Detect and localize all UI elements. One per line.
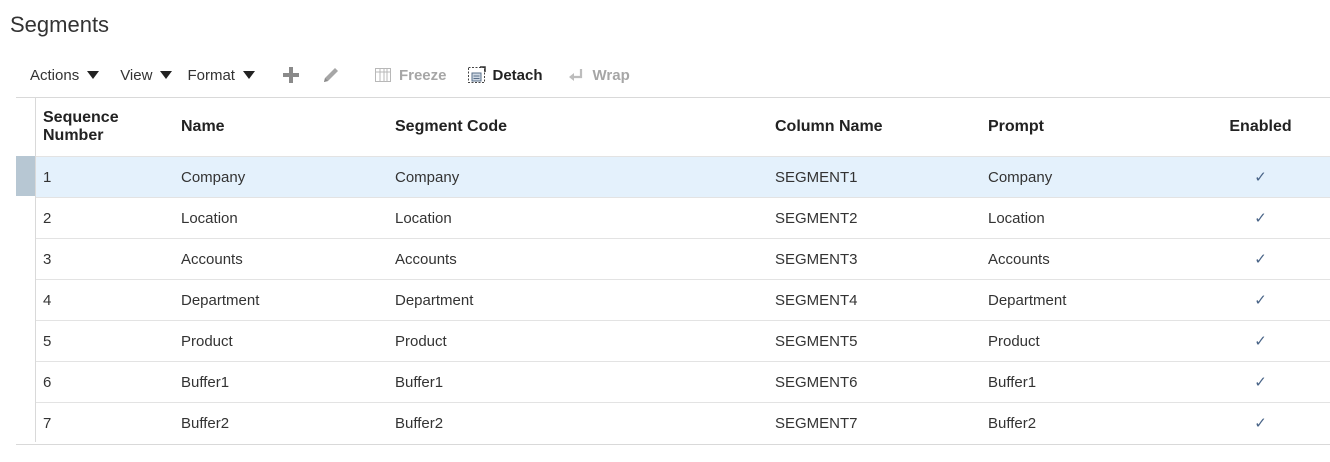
cell-segment-code: Department: [388, 279, 768, 321]
cell-enabled: ✓: [1191, 156, 1330, 198]
checkmark-icon: ✓: [1254, 210, 1267, 227]
column-header-enabled[interactable]: Enabled: [1191, 98, 1330, 157]
cell-column-name: SEGMENT2: [768, 197, 981, 239]
page-title: Segments: [10, 12, 110, 37]
cell-enabled: ✓: [1191, 238, 1330, 280]
cell-segment-code: Accounts: [388, 238, 768, 280]
column-header-name[interactable]: Name: [174, 98, 388, 157]
pencil-icon: [323, 68, 338, 82]
table-row[interactable]: 5 Product Product SEGMENT5 Product ✓: [36, 320, 1330, 362]
wrap-icon: [565, 63, 589, 87]
table-row[interactable]: 6 Buffer1 Buffer1 SEGMENT6 Buffer1 ✓: [36, 361, 1330, 403]
checkmark-icon: ✓: [1254, 374, 1267, 391]
cell-prompt: Company: [981, 156, 1191, 198]
cell-prompt: Location: [981, 197, 1191, 239]
table-row[interactable]: 3 Accounts Accounts SEGMENT3 Accounts ✓: [36, 238, 1330, 280]
actions-menu-label: Actions: [30, 66, 80, 84]
selected-row-indicator[interactable]: [16, 156, 35, 196]
column-header-sequence-number[interactable]: Sequence Number: [36, 98, 174, 157]
cell-segment-code: Product: [388, 320, 768, 362]
cell-sequence-number: 7: [36, 402, 174, 443]
cell-enabled: ✓: [1191, 361, 1330, 403]
cell-sequence-number: 1: [36, 156, 174, 198]
column-header-segment-code[interactable]: Segment Code: [388, 98, 768, 157]
cell-prompt: Buffer1: [981, 361, 1191, 403]
table-row[interactable]: 4 Department Department SEGMENT4 Departm…: [36, 279, 1330, 321]
cell-prompt: Department: [981, 279, 1191, 321]
checkmark-icon: ✓: [1254, 251, 1267, 268]
cell-column-name: SEGMENT4: [768, 279, 981, 321]
freeze-icon: [371, 63, 395, 87]
chevron-down-icon: [160, 71, 173, 79]
cell-sequence-number: 6: [36, 361, 174, 403]
checkmark-icon: ✓: [1254, 292, 1267, 309]
detach-icon: [465, 63, 489, 87]
cell-name: Accounts: [174, 238, 388, 280]
checkmark-icon: ✓: [1254, 415, 1267, 432]
table-row[interactable]: 2 Location Location SEGMENT2 Location ✓: [36, 197, 1330, 239]
view-menu-label: View: [120, 66, 153, 84]
cell-column-name: SEGMENT1: [768, 156, 981, 198]
cell-name: Company: [174, 156, 388, 198]
cell-name: Department: [174, 279, 388, 321]
cell-prompt: Product: [981, 320, 1191, 362]
format-menu-button[interactable]: Format: [187, 67, 255, 84]
cell-enabled: ✓: [1191, 320, 1330, 362]
cell-name: Product: [174, 320, 388, 362]
cell-column-name: SEGMENT7: [768, 402, 981, 443]
detach-label: Detach: [492, 66, 543, 84]
segments-table: Sequence Number Name Segment Code Column…: [36, 98, 1330, 443]
cell-segment-code: Location: [388, 197, 768, 239]
detach-button[interactable]: Detach: [465, 63, 543, 87]
cell-name: Location: [174, 197, 388, 239]
cell-column-name: SEGMENT3: [768, 238, 981, 280]
cell-segment-code: Buffer2: [388, 402, 768, 443]
cell-prompt: Buffer2: [981, 402, 1191, 443]
cell-enabled: ✓: [1191, 279, 1330, 321]
wrap-button[interactable]: Wrap: [565, 63, 630, 87]
column-header-prompt[interactable]: Prompt: [981, 98, 1191, 157]
table-bottom-border: [16, 444, 1330, 445]
cell-sequence-number: 5: [36, 320, 174, 362]
cell-name: Buffer1: [174, 361, 388, 403]
cell-sequence-number: 2: [36, 197, 174, 239]
cell-segment-code: Buffer1: [388, 361, 768, 403]
freeze-label: Freeze: [398, 66, 447, 84]
table-header-row: Sequence Number Name Segment Code Column…: [36, 98, 1330, 157]
chevron-down-icon: [242, 71, 255, 79]
table-toolbar: Actions View Format Freeze Detach Wrap: [30, 63, 630, 87]
cell-sequence-number: 3: [36, 238, 174, 280]
table-row[interactable]: 1 Company Company SEGMENT1 Company ✓: [36, 156, 1330, 198]
chevron-down-icon: [87, 71, 100, 79]
cell-name: Buffer2: [174, 402, 388, 443]
cell-segment-code: Company: [388, 156, 768, 198]
plus-icon: [282, 67, 299, 83]
add-row-button[interactable]: [279, 63, 303, 87]
cell-sequence-number: 4: [36, 279, 174, 321]
segments-table-container: Sequence Number Name Segment Code Column…: [16, 97, 1330, 448]
view-menu-button[interactable]: View: [120, 66, 173, 84]
table-row[interactable]: 7 Buffer2 Buffer2 SEGMENT7 Buffer2 ✓: [36, 402, 1330, 443]
cell-column-name: SEGMENT5: [768, 320, 981, 362]
wrap-label: Wrap: [592, 66, 630, 84]
cell-prompt: Accounts: [981, 238, 1191, 280]
actions-menu-button[interactable]: Actions: [30, 66, 100, 84]
checkmark-icon: ✓: [1254, 333, 1267, 350]
cell-enabled: ✓: [1191, 402, 1330, 443]
format-menu-label: Format: [187, 66, 235, 84]
row-selector-column: [16, 98, 36, 442]
freeze-button[interactable]: Freeze: [371, 63, 447, 87]
checkmark-icon: ✓: [1254, 169, 1267, 186]
cell-enabled: ✓: [1191, 197, 1330, 239]
column-header-column-name[interactable]: Column Name: [768, 98, 981, 157]
edit-row-button[interactable]: [319, 63, 343, 87]
cell-column-name: SEGMENT6: [768, 361, 981, 403]
